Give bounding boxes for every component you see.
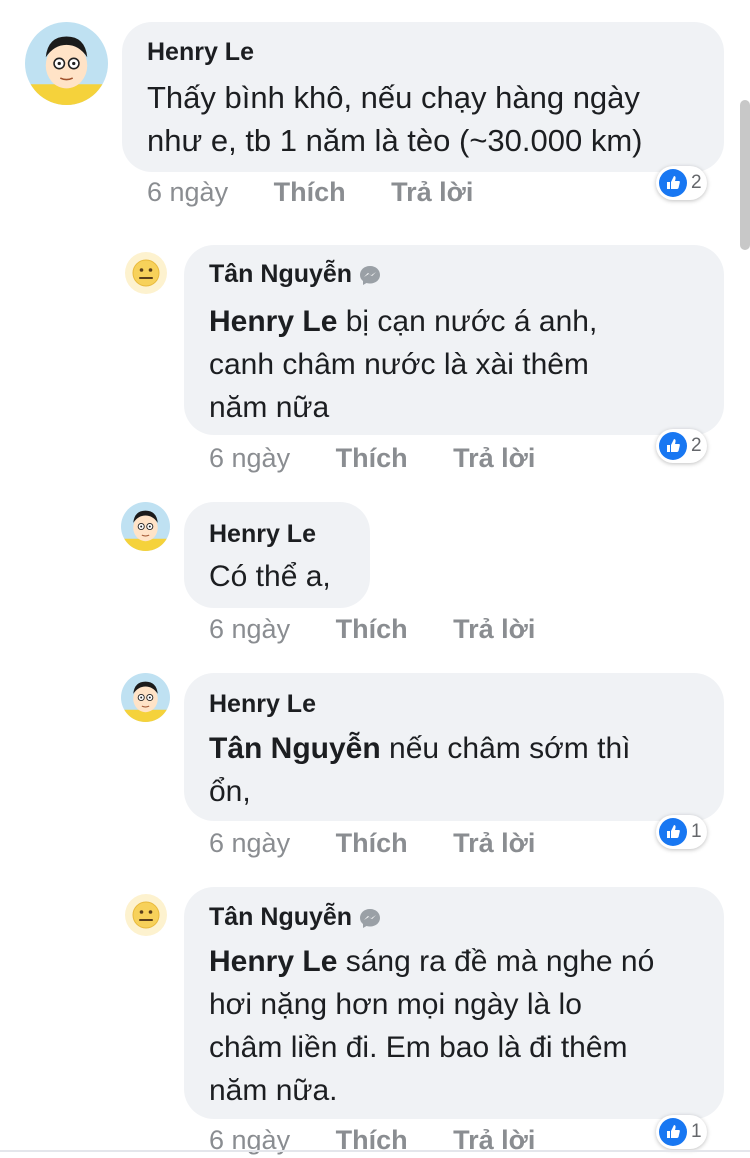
reply-link[interactable]: Trả lời xyxy=(453,443,535,473)
comment-time[interactable]: 6 ngày xyxy=(209,828,290,858)
like-link[interactable]: Thích xyxy=(274,177,346,207)
reply-link[interactable]: Trả lời xyxy=(391,177,473,207)
avatar[interactable] xyxy=(124,251,168,295)
messenger-icon xyxy=(360,908,381,928)
comment-time[interactable]: 6 ngày xyxy=(209,614,290,644)
reaction-count: 2 xyxy=(691,435,702,456)
messenger-icon xyxy=(360,265,381,285)
reaction-badge[interactable]: 2 xyxy=(656,166,707,200)
comment-author[interactable]: Henry Le xyxy=(209,520,316,549)
reaction-badge[interactable]: 2 xyxy=(656,429,707,463)
comment-author[interactable]: Henry Le xyxy=(147,38,254,67)
comment-actions: 6 ngày Thích Trả lời xyxy=(147,177,473,208)
reaction-count: 2 xyxy=(691,172,702,193)
doraemon-nobita-avatar-icon xyxy=(121,502,170,551)
reply-link[interactable]: Trả lời xyxy=(453,614,535,644)
divider xyxy=(0,1150,750,1152)
scrollbar[interactable] xyxy=(740,100,750,250)
comment-time[interactable]: 6 ngày xyxy=(147,177,228,207)
reaction-badge[interactable]: 1 xyxy=(656,1115,707,1149)
comment-time[interactable]: 6 ngày xyxy=(209,443,290,473)
reply-link[interactable]: Trả lời xyxy=(453,828,535,858)
comment-actions: 6 ngày Thích Trả lời xyxy=(209,443,535,474)
reaction-count: 1 xyxy=(691,821,702,842)
comment-author[interactable]: Henry Le xyxy=(209,690,316,719)
neutral-face-icon xyxy=(125,252,167,294)
like-icon xyxy=(659,432,687,460)
like-icon xyxy=(659,169,687,197)
comment-text: Tân Nguyễn nếu châm sớm thì ổn, xyxy=(209,732,631,808)
avatar[interactable] xyxy=(121,673,170,722)
doraemon-nobita-avatar-icon xyxy=(25,22,108,105)
like-icon xyxy=(659,818,687,846)
like-link[interactable]: Thích xyxy=(336,614,408,644)
reaction-count: 1 xyxy=(691,1121,702,1142)
comment-author[interactable]: Tân Nguyễn xyxy=(209,260,382,289)
mention-link[interactable]: Tân Nguyễn xyxy=(209,732,381,765)
comment-text: Henry Le bị cạn nước á anh, canh châm nư… xyxy=(209,305,598,424)
comment-actions: 6 ngày Thích Trả lời xyxy=(209,828,535,859)
like-icon xyxy=(659,1118,687,1146)
comment-actions: 6 ngày Thích Trả lời xyxy=(209,614,535,645)
reaction-badge[interactable]: 1 xyxy=(656,815,707,849)
mention-link[interactable]: Henry Le xyxy=(209,305,337,338)
comment-text: Có thể a, xyxy=(209,560,331,593)
avatar[interactable] xyxy=(25,22,108,105)
comment-author[interactable]: Tân Nguyễn xyxy=(209,903,382,932)
avatar[interactable] xyxy=(124,893,168,937)
neutral-face-icon xyxy=(125,894,167,936)
like-link[interactable]: Thích xyxy=(336,828,408,858)
comment-text: Henry Le sáng ra đề mà nghe nó hơi nặng … xyxy=(209,945,655,1107)
comment-text: Thấy bình khô, nếu chạy hàng ngày như e,… xyxy=(147,80,643,158)
mention-link[interactable]: Henry Le xyxy=(209,945,337,978)
doraemon-nobita-avatar-icon xyxy=(121,673,170,722)
like-link[interactable]: Thích xyxy=(336,443,408,473)
avatar[interactable] xyxy=(121,502,170,551)
